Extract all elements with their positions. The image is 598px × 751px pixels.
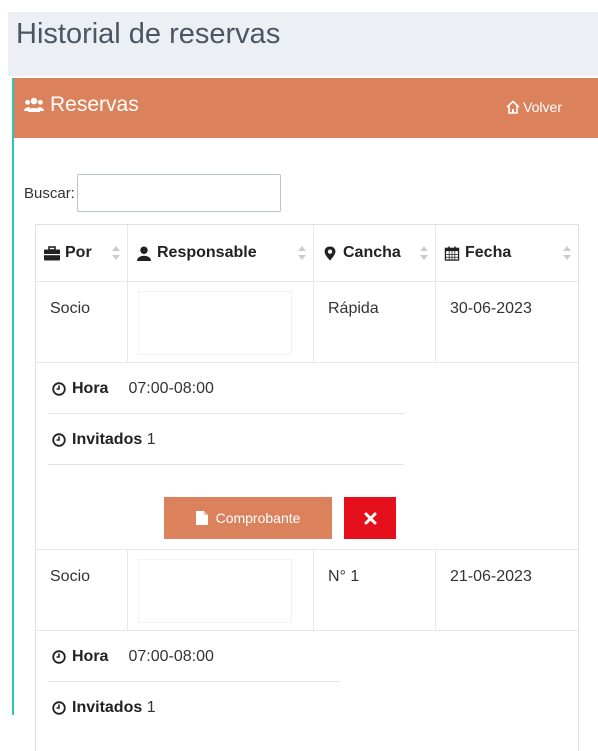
- reservas-table: Por Responsable Cancha Fecha Socio Rápid…: [35, 224, 579, 751]
- back-link-label: Volver: [523, 99, 562, 115]
- invitados-label: Invitados: [72, 699, 143, 716]
- row-detail: Hora 07:00-08:00 Invitados 1 Comprobante: [36, 363, 578, 550]
- cell-por: Socio: [36, 550, 128, 630]
- hora-value: 07:00-08:00: [128, 648, 214, 665]
- responsable-value: [138, 291, 292, 355]
- invitados-label: Invitados: [72, 431, 143, 448]
- cell-responsable: [128, 282, 314, 362]
- divider: [48, 681, 340, 682]
- invitados-value: 1: [146, 699, 156, 716]
- hora-value: 07:00-08:00: [128, 380, 214, 397]
- hora-label: Hora: [72, 648, 109, 665]
- close-icon: [364, 512, 376, 524]
- cell-responsable: [128, 550, 314, 630]
- sort-icon: [420, 246, 428, 260]
- responsable-value: [138, 559, 292, 623]
- panel-title-text: Reservas: [50, 93, 139, 116]
- delete-button[interactable]: [344, 497, 396, 539]
- clock-icon: [52, 433, 66, 447]
- clock-icon: [52, 650, 66, 664]
- panel-title: Reservas: [24, 93, 139, 117]
- detail-hora: Hora 07:00-08:00: [52, 380, 214, 398]
- map-marker-icon: [324, 245, 336, 261]
- calendar-icon: [444, 245, 460, 261]
- row-detail: Hora 07:00-08:00 Invitados 1: [36, 631, 578, 751]
- cell-por: Socio: [36, 282, 128, 362]
- briefcase-icon: [44, 245, 60, 260]
- clock-icon: [52, 382, 66, 396]
- detail-invitados: Invitados 1: [52, 699, 156, 717]
- table-row[interactable]: Socio Rápida 30-06-2023: [36, 282, 578, 363]
- divider: [48, 464, 404, 465]
- column-header-cancha[interactable]: Cancha: [314, 225, 436, 281]
- invitados-value: 1: [146, 431, 156, 448]
- column-header-responsable[interactable]: Responsable: [128, 225, 314, 281]
- cell-fecha: 30-06-2023: [450, 300, 532, 317]
- column-header-label: Fecha: [465, 244, 512, 261]
- clock-icon: [52, 701, 66, 715]
- cell-fecha: 21-06-2023: [450, 568, 532, 585]
- detail-hora: Hora 07:00-08:00: [52, 648, 214, 666]
- panel-header: Reservas Volver: [14, 78, 598, 138]
- search-row: Buscar:: [24, 174, 281, 212]
- hora-label: Hora: [72, 380, 109, 397]
- divider: [48, 413, 404, 414]
- comprobante-button[interactable]: Comprobante: [164, 497, 332, 539]
- column-header-label: Por: [65, 244, 92, 261]
- search-label: Buscar:: [24, 184, 75, 202]
- detail-invitados: Invitados 1: [52, 431, 156, 449]
- comprobante-label: Comprobante: [215, 510, 301, 526]
- sort-icon: [298, 246, 306, 260]
- column-header-label: Responsable: [157, 244, 257, 261]
- cell-cancha: N° 1: [314, 550, 436, 630]
- table-row[interactable]: Socio N° 1 21-06-2023: [36, 550, 578, 631]
- column-header-fecha[interactable]: Fecha: [436, 225, 578, 281]
- sort-icon: [563, 246, 571, 260]
- page-title: Historial de reservas: [16, 18, 281, 50]
- column-header-label: Cancha: [343, 244, 401, 261]
- back-link[interactable]: Volver: [506, 99, 562, 115]
- home-icon: [506, 100, 520, 114]
- user-icon: [136, 245, 152, 261]
- search-input[interactable]: [76, 174, 281, 212]
- file-icon: [195, 511, 208, 525]
- cell-cancha: Rápida: [314, 282, 436, 362]
- column-header-por[interactable]: Por: [36, 225, 128, 281]
- users-icon: [24, 97, 44, 112]
- sort-icon: [112, 246, 120, 260]
- table-header-row: Por Responsable Cancha Fecha: [36, 225, 578, 282]
- page-header: Historial de reservas: [8, 12, 598, 76]
